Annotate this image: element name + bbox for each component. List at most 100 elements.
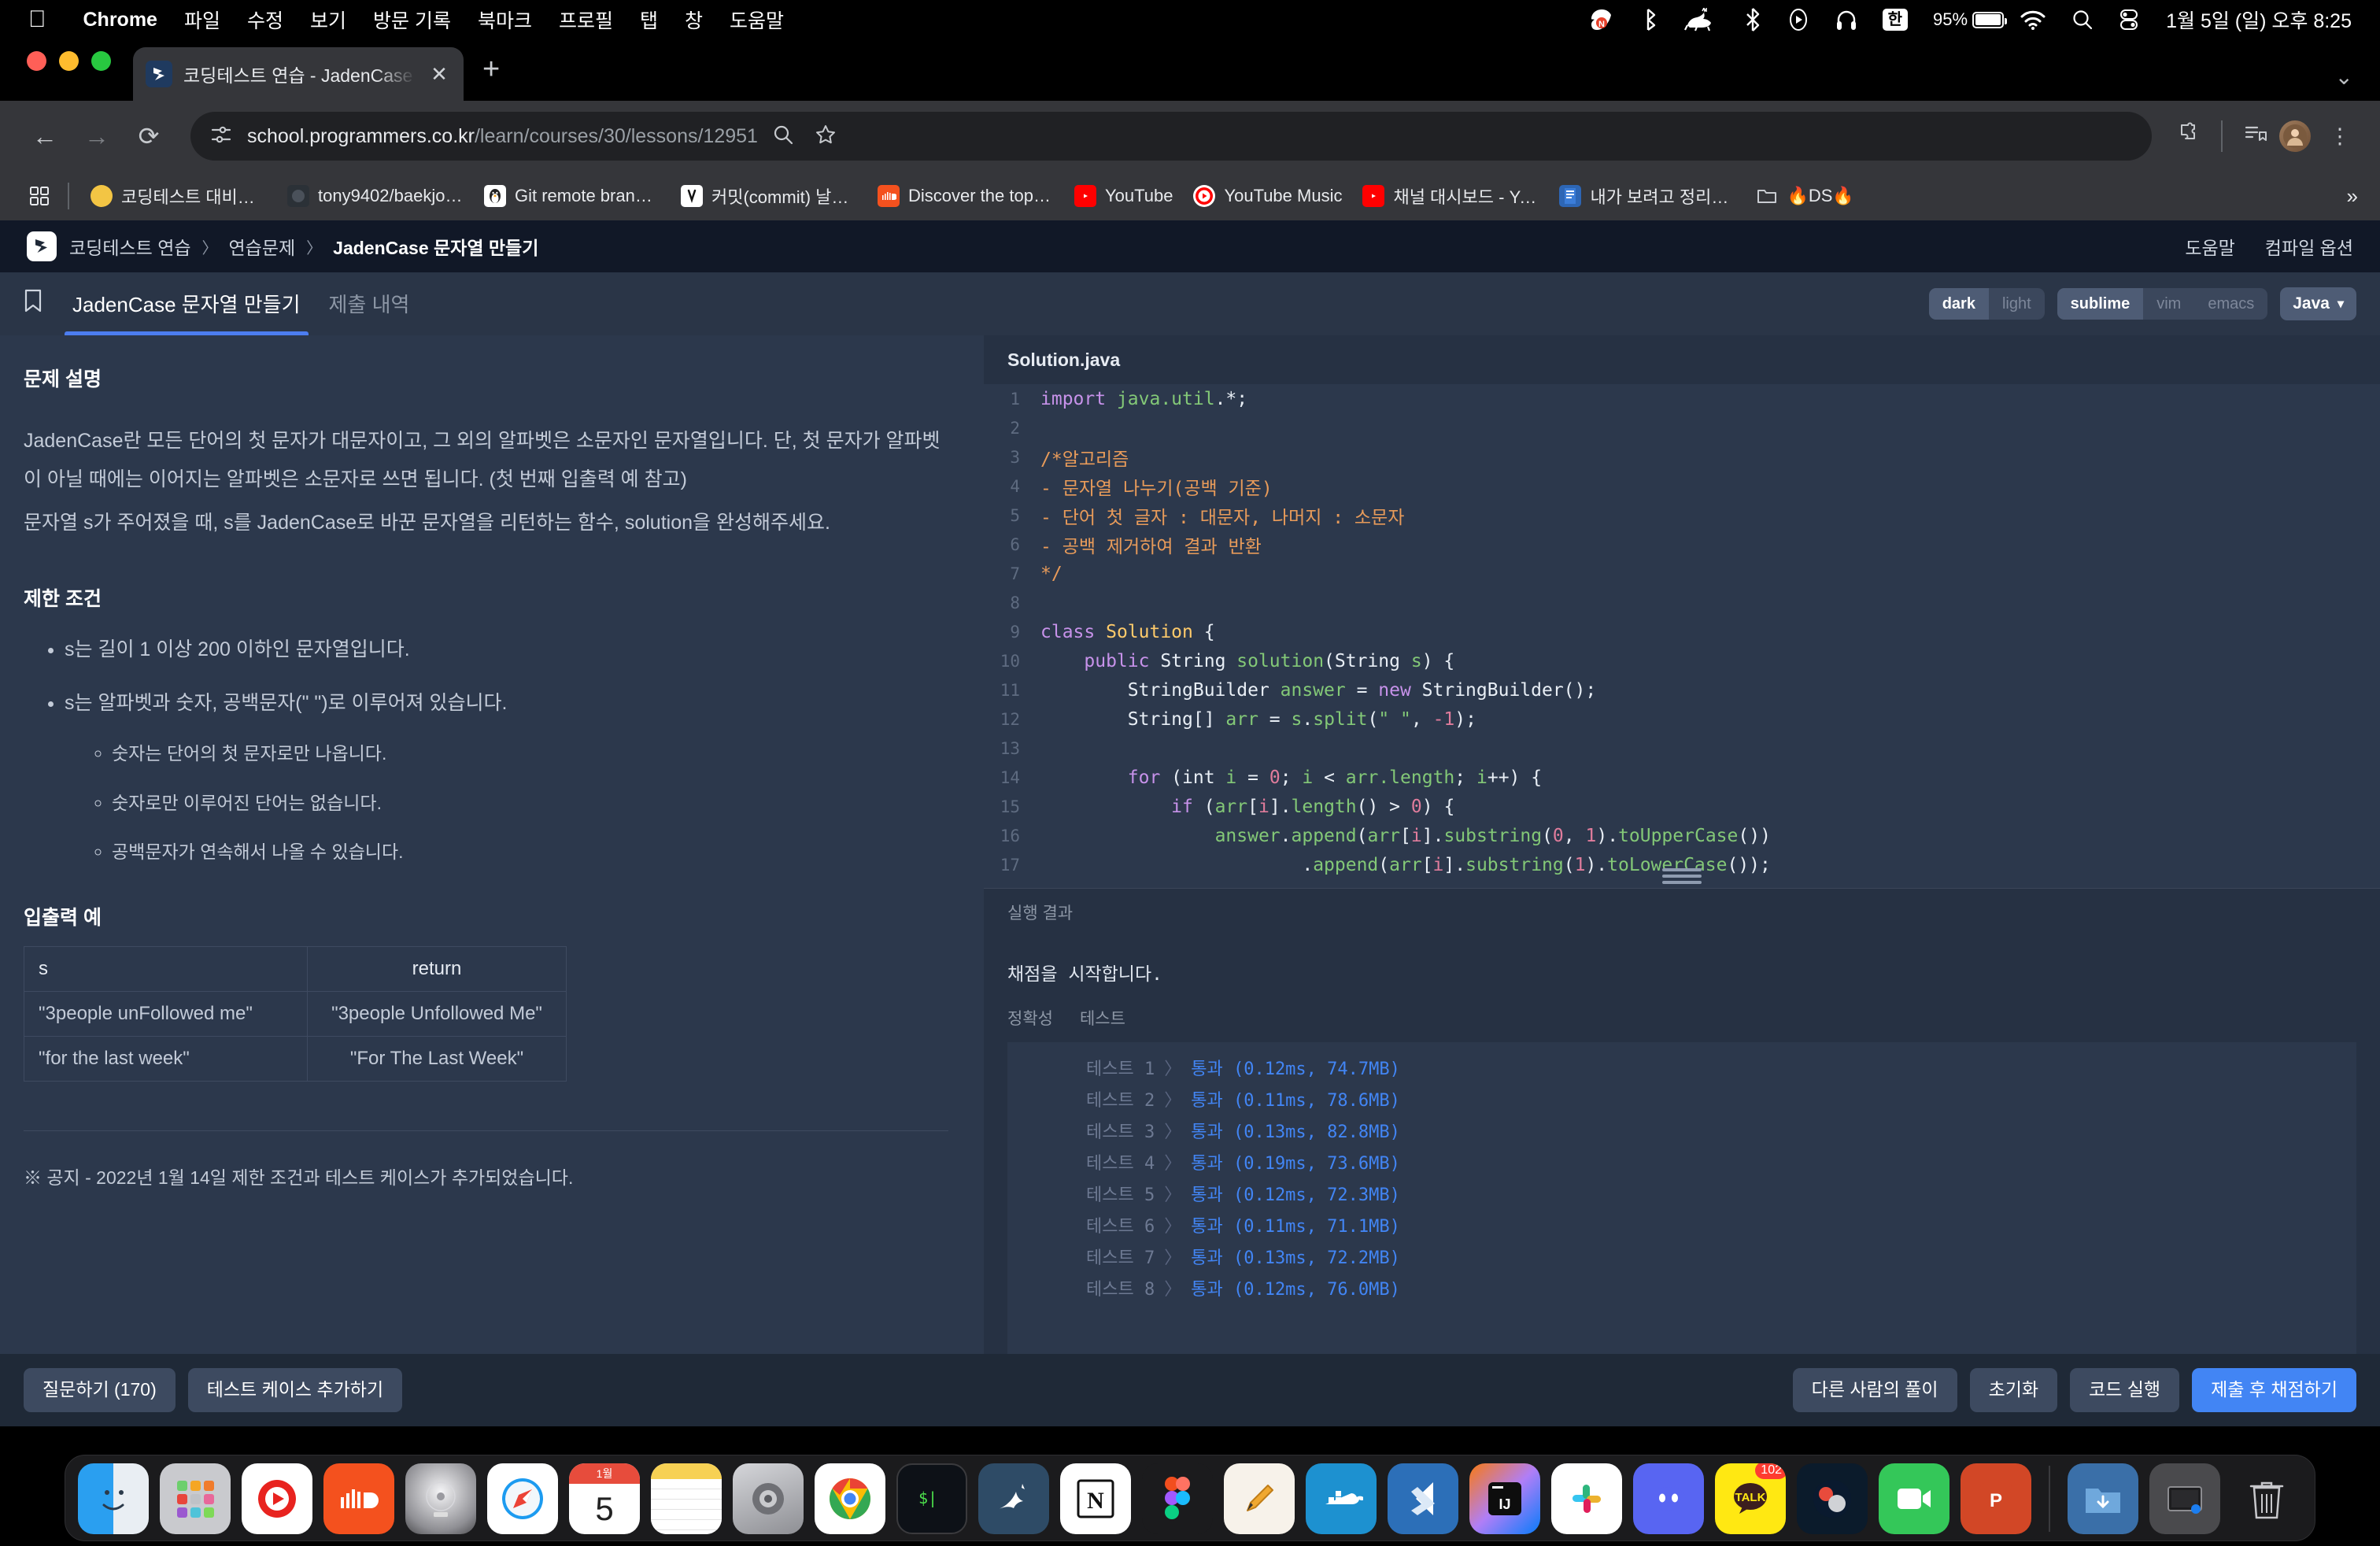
trash-icon[interactable] (2231, 1463, 2302, 1534)
compile-options-link[interactable]: 컴파일 옵션 (2265, 233, 2353, 260)
menu-item-file[interactable]: 파일 (171, 6, 234, 34)
powerpoint-icon[interactable]: P (1961, 1463, 2031, 1534)
notes-icon[interactable] (651, 1463, 722, 1534)
bluetooth-tray-icon[interactable] (1626, 8, 1670, 31)
star-icon[interactable] (815, 124, 837, 150)
test-result-row[interactable]: 테스트 6 〉 통과 (0.11ms, 71.1MB) (1086, 1209, 2356, 1241)
language-select[interactable]: Java ▾ (2280, 287, 2356, 320)
bookmarks-overflow-button[interactable]: » (2331, 184, 2358, 209)
test-result-row[interactable]: 테스트 7 〉 통과 (0.13ms, 72.2MB) (1086, 1241, 2356, 1272)
back-button[interactable]: ← (22, 113, 68, 159)
others-solutions-button[interactable]: 다른 사람의 풀이 (1792, 1368, 1957, 1412)
bookmark-item[interactable]: YouTube (1064, 185, 1183, 207)
safari-icon[interactable] (487, 1463, 558, 1534)
puzzle-icon[interactable] (2171, 122, 2207, 151)
discord-icon[interactable] (1633, 1463, 1704, 1534)
figma-icon[interactable] (1142, 1463, 1213, 1534)
help-link[interactable]: 도움말 (2185, 233, 2234, 260)
code-lines[interactable]: 1 import java.util.*; 2 3 /*알고리즘 4 - 문자열 나누기(공… (984, 384, 2380, 879)
menu-item-window[interactable]: 창 (671, 6, 716, 34)
bookmark-item[interactable]: Discover the top s… (867, 185, 1064, 207)
terminal-icon[interactable]: $| (896, 1463, 967, 1534)
ime-indicator[interactable]: 한 (1870, 9, 1920, 31)
keymap-emacs-option[interactable]: emacs (2194, 288, 2267, 320)
search-page-icon[interactable] (772, 124, 794, 150)
bookmark-icon[interactable] (24, 289, 42, 318)
launchpad-icon[interactable] (160, 1463, 231, 1534)
menu-app-name[interactable]: Chrome (70, 9, 171, 31)
calendar-icon[interactable]: 1월 5 (569, 1463, 640, 1534)
control-center-icon[interactable] (2106, 9, 2152, 31)
naver-whale-icon[interactable]: N (1576, 8, 1626, 31)
intellij-idea-icon[interactable]: IJ (1469, 1463, 1540, 1534)
site-settings-icon[interactable] (209, 123, 233, 150)
notion-icon[interactable]: N (1060, 1463, 1131, 1534)
menu-item-tab[interactable]: 탭 (626, 6, 671, 34)
bookmark-item[interactable]: 채널 대시보드 - YouT… (1352, 183, 1549, 209)
result-tab-test[interactable]: 테스트 (1080, 1006, 1125, 1030)
bookmark-item[interactable]: Git remote branch… (474, 185, 671, 207)
photoshop-icon[interactable] (1797, 1463, 1868, 1534)
tab-problem[interactable]: JadenCase 문자열 만들기 (58, 272, 315, 335)
keymap-sublime-option[interactable]: sublime (2057, 287, 2144, 320)
theme-dark-option[interactable]: dark (1928, 287, 1989, 320)
menu-item-bookmarks[interactable]: 북마크 (464, 6, 545, 34)
test-result-row[interactable]: 테스트 3 〉 통과 (0.13ms, 82.8MB) (1086, 1115, 2356, 1146)
theme-light-option[interactable]: light (1989, 288, 2045, 320)
reload-button[interactable]: ⟳ (126, 113, 172, 159)
bluetooth-icon[interactable] (1731, 7, 1774, 32)
youtube-music-desktop-icon[interactable] (242, 1463, 312, 1534)
code-editor[interactable]: 1 import java.util.*; 2 3 /*알고리즘 4 - 문자열 나누기(공… (984, 384, 2380, 888)
apple-icon[interactable]:  (28, 8, 46, 31)
submit-and-grade-button[interactable]: 제출 후 채점하기 (2192, 1368, 2356, 1412)
soundcloud-icon[interactable] (323, 1463, 394, 1534)
mysql-workbench-icon[interactable] (978, 1463, 1049, 1534)
headphones-icon[interactable] (1823, 8, 1870, 31)
test-result-row[interactable]: 테스트 4 〉 통과 (0.19ms, 73.6MB) (1086, 1146, 2356, 1178)
address-bar[interactable]: school.programmers.co.kr/learn/courses/3… (190, 112, 2152, 161)
breadcrumb-item-1[interactable]: 연습문제 (229, 233, 296, 260)
forward-button[interactable]: → (74, 113, 120, 159)
menu-item-profiles[interactable]: 프로필 (545, 6, 626, 34)
keymap-vim-option[interactable]: vim (2143, 288, 2194, 320)
bookmark-folder-item[interactable]: 🔥DS🔥 (1746, 185, 1864, 207)
test-result-row[interactable]: 테스트 5 〉 통과 (0.12ms, 72.3MB) (1086, 1178, 2356, 1209)
downloads-folder-icon[interactable] (2068, 1463, 2138, 1534)
battery-indicator[interactable]: 95% (1920, 9, 2008, 30)
editor-resize-grip[interactable] (1662, 868, 1702, 884)
vscode-icon[interactable] (1388, 1463, 1458, 1534)
finder-icon[interactable] (78, 1463, 149, 1534)
bookmark-item[interactable]: YouTube Music (1183, 185, 1352, 207)
run-code-button[interactable]: 코드 실행 (2070, 1368, 2180, 1412)
close-window-button[interactable] (27, 50, 46, 71)
bookmark-item[interactable]: tony9402/baekjoo… (277, 185, 474, 207)
screenshots-folder-icon[interactable] (2149, 1463, 2220, 1534)
reset-button[interactable]: 초기화 (1969, 1368, 2058, 1412)
spotlight-search-icon[interactable] (2059, 9, 2106, 31)
chrome-menu-icon[interactable]: ⋮ (2322, 124, 2358, 149)
ask-question-button[interactable]: 질문하기 (170) (24, 1368, 176, 1412)
maximize-window-button[interactable] (91, 50, 111, 71)
slack-icon[interactable] (1551, 1463, 1622, 1534)
close-tab-icon[interactable]: ✕ (427, 62, 451, 87)
breadcrumb-item-0[interactable]: 코딩테스트 연습 (69, 233, 191, 260)
system-preferences-icon[interactable] (733, 1463, 804, 1534)
menubar-clock[interactable]: 1월 5일 (일) 오후 8:25 (2152, 6, 2352, 34)
cat-runner-icon[interactable] (1670, 8, 1731, 31)
avatar[interactable] (2279, 120, 2315, 152)
new-tab-button[interactable]: + (482, 53, 500, 101)
chrome-icon[interactable] (815, 1463, 885, 1534)
pencil-app-icon[interactable] (1224, 1463, 1295, 1534)
test-result-row[interactable]: 테스트 1 〉 통과 (0.12ms, 74.7MB) (1086, 1052, 2356, 1083)
bookmark-item[interactable]: 코딩테스트 대비를 위… (80, 183, 277, 209)
tab-submissions[interactable]: 제출 내역 (315, 272, 424, 335)
play-circle-icon[interactable] (1774, 8, 1823, 31)
result-tab-accuracy[interactable]: 정확성 (1007, 1006, 1053, 1030)
kakaotalk-icon[interactable]: 102 TALK (1715, 1463, 1786, 1534)
facetime-icon[interactable] (1879, 1463, 1949, 1534)
test-result-row[interactable]: 테스트 8 〉 통과 (0.12ms, 76.0MB) (1086, 1272, 2356, 1304)
docker-icon[interactable] (1306, 1463, 1377, 1534)
browser-tab[interactable]: 코딩테스트 연습 - JadenCase 문자열 만들기 ✕ (133, 47, 464, 101)
minimize-window-button[interactable] (59, 50, 79, 71)
menu-item-help[interactable]: 도움말 (716, 6, 797, 34)
